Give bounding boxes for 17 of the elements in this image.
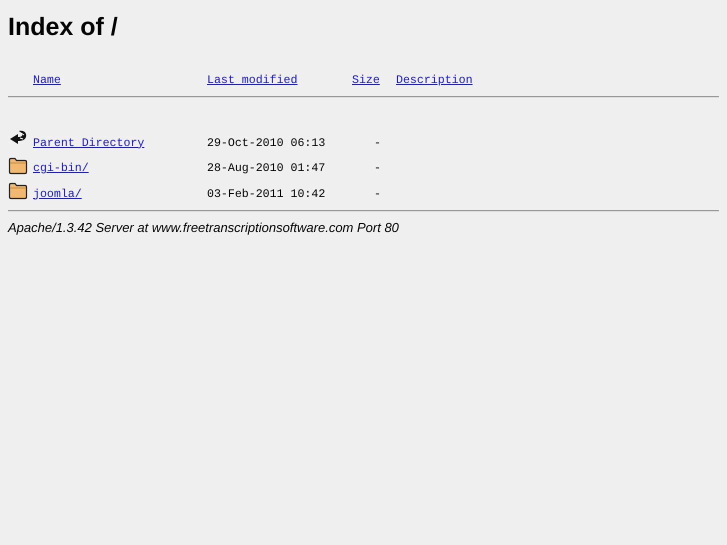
- file-size: -: [373, 188, 381, 200]
- column-header-link[interactable]: Last modified: [207, 75, 298, 87]
- file-size: -: [373, 138, 381, 150]
- directory-link[interactable]: cgi-bin/: [33, 163, 89, 175]
- modified-date: 28-Aug-2010 01:47: [207, 163, 326, 175]
- directory-link[interactable]: joomla/: [33, 188, 82, 200]
- column-header-link[interactable]: Description: [396, 75, 473, 87]
- folder-icon: [8, 156, 28, 175]
- directory-link[interactable]: Parent Directory: [33, 138, 144, 150]
- column-header-link[interactable]: Size: [352, 75, 380, 87]
- server-signature: Apache/1.3.42 Server at www.freetranscriptionsoftware.com Port 80: [8, 220, 400, 236]
- page-title: Index of /: [8, 12, 119, 42]
- modified-date: 29-Oct-2010 06:13: [207, 138, 326, 150]
- folder-icon: [8, 182, 28, 200]
- modified-date: 03-Feb-2011 10:42: [207, 188, 326, 200]
- column-header-link[interactable]: Name: [33, 75, 61, 87]
- file-size: -: [373, 163, 381, 175]
